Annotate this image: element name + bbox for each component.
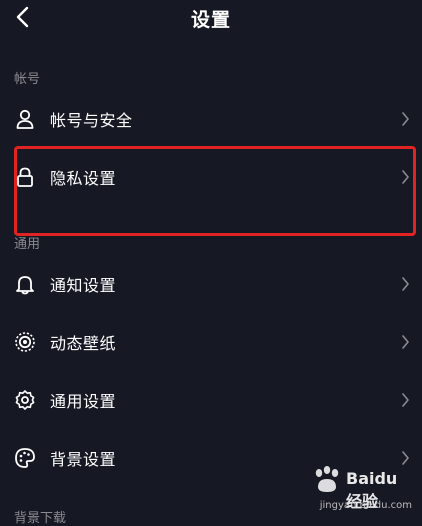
settings-item-general[interactable]: 通用设置 — [0, 375, 422, 425]
page-title: 设置 — [190, 9, 231, 31]
chevron-right-icon — [400, 169, 410, 185]
gear-icon — [14, 389, 36, 411]
palette-icon — [14, 447, 36, 469]
lock-icon — [14, 166, 36, 188]
settings-item-label: 背景设置 — [50, 450, 117, 469]
baidu-jingyan-watermark: Baidu经验 jingyan.baidu.com — [302, 465, 412, 511]
paw-logo-icon — [315, 466, 339, 492]
section-label-account: 帐号 — [14, 72, 41, 87]
chevron-right-icon — [400, 276, 410, 292]
settings-item-label: 通知设置 — [50, 276, 117, 295]
header: 设置 — [0, 0, 422, 36]
chevron-right-icon — [400, 392, 410, 408]
bell-icon — [14, 273, 36, 295]
chevron-right-icon — [400, 334, 410, 350]
watermark-url: jingyan.baidu.com — [319, 500, 412, 511]
chevron-right-icon — [400, 111, 410, 127]
settings-item-label: 通用设置 — [50, 392, 117, 411]
section-label-general: 通用 — [14, 237, 41, 252]
settings-item-label: 帐号与安全 — [50, 111, 133, 130]
settings-item-privacy[interactable]: 隐私设置 — [0, 152, 422, 202]
settings-item-live-wallpaper[interactable]: 动态壁纸 — [0, 317, 422, 367]
live-wallpaper-icon — [14, 331, 36, 353]
chevron-right-icon — [400, 450, 410, 466]
settings-item-label: 隐私设置 — [50, 169, 117, 188]
settings-item-notifications[interactable]: 通知设置 — [0, 259, 422, 309]
settings-item-account-security[interactable]: 帐号与安全 — [0, 94, 422, 144]
settings-item-label: 动态壁纸 — [50, 334, 117, 353]
user-icon — [14, 108, 36, 130]
